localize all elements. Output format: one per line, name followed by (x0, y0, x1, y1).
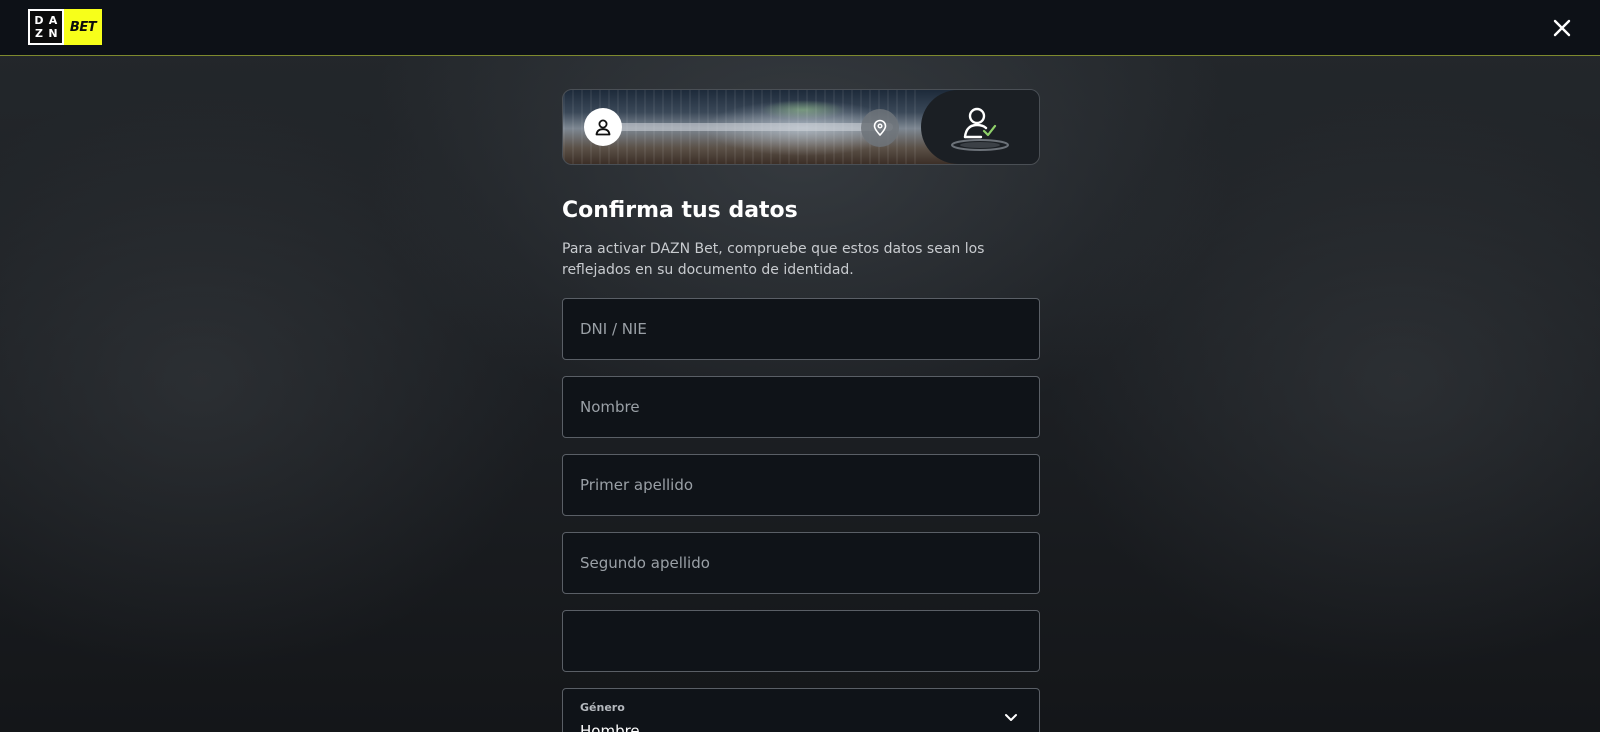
segundo-apellido-input[interactable] (563, 533, 1039, 593)
close-button[interactable] (1546, 12, 1578, 44)
logo-letter-n: N (48, 27, 58, 40)
birth-year-input[interactable] (580, 611, 614, 671)
page-title: Confirma tus datos (562, 198, 798, 223)
logo-letter-z: Z (35, 27, 43, 40)
page-description: Para activar DAZN Bet, compruebe que est… (562, 241, 985, 278)
gender-selected-value: Hombre (580, 722, 640, 732)
user-icon (595, 119, 611, 136)
chevron-down-icon (1005, 714, 1017, 721)
progress-track (603, 123, 893, 131)
identity-form: Género Hombre (562, 298, 1040, 732)
step-verify-identity (921, 90, 1039, 164)
page: D A Z N BET Confirma tus datos Para acti… (0, 0, 1600, 732)
primer-apellido-field (562, 454, 1040, 516)
top-bar: D A Z N BET (0, 0, 1600, 56)
bet-logo-mark: BET (64, 9, 102, 45)
user-check-icon (951, 107, 1009, 151)
primer-apellido-input[interactable] (563, 455, 1039, 515)
logo-letter-a: A (48, 14, 58, 27)
dazn-bet-logo[interactable]: D A Z N BET (28, 9, 102, 45)
dni-field (562, 298, 1040, 360)
main-content: Confirma tus datos Para activar DAZN Bet… (562, 89, 1040, 732)
registration-progress-banner (562, 89, 1040, 165)
dni-input[interactable] (563, 299, 1039, 359)
gender-label: Género (580, 701, 625, 714)
nombre-input[interactable] (563, 377, 1039, 437)
gender-select[interactable]: Género Hombre (562, 688, 1040, 732)
segundo-apellido-field (562, 532, 1040, 594)
close-icon (1553, 19, 1571, 37)
dazn-logo-mark: D A Z N (28, 9, 64, 45)
birth-date-field (562, 610, 1040, 672)
nombre-field (562, 376, 1040, 438)
logo-letter-d: D (34, 14, 44, 27)
step-personal-data (584, 108, 622, 146)
step-location (861, 109, 899, 147)
location-pin-icon (873, 119, 887, 136)
